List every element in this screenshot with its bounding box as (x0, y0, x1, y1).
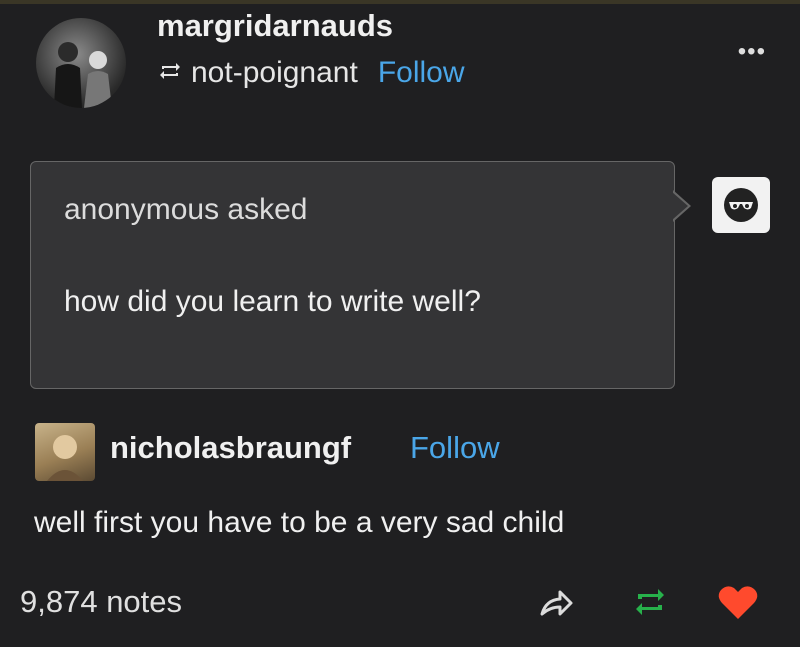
ask-box-pointer-fill (672, 192, 688, 220)
post-author[interactable]: margridarnauds (157, 8, 393, 44)
notes-count[interactable]: 9,874 notes (20, 584, 182, 620)
anonymous-sunglasses-icon (712, 177, 770, 233)
reply-avatar[interactable] (35, 423, 95, 481)
share-icon[interactable] (532, 578, 580, 626)
more-options-icon[interactable]: ••• (738, 38, 766, 66)
avatar-image (54, 42, 112, 108)
top-border (0, 0, 800, 4)
reply-follow-button[interactable]: Follow (410, 430, 500, 466)
reply-username[interactable]: nicholasbraungf (110, 430, 351, 466)
reblog-icon[interactable] (626, 578, 674, 626)
asker-label: anonymous asked (64, 193, 308, 226)
follow-button[interactable]: Follow (378, 56, 465, 90)
ask-question: how did you learn to write well? (64, 285, 481, 318)
reblog-source-row: not-poignant Follow (157, 56, 465, 90)
avatar[interactable] (36, 18, 126, 108)
reblog-source-name[interactable]: not-poignant (191, 56, 358, 90)
heart-icon[interactable] (714, 578, 762, 626)
reply-avatar-image (47, 435, 83, 481)
reblog-icon (157, 56, 183, 90)
tumblr-post: margridarnauds not-poignant Follow ••• a… (0, 0, 800, 647)
answer-text: well first you have to be a very sad chi… (34, 506, 565, 539)
